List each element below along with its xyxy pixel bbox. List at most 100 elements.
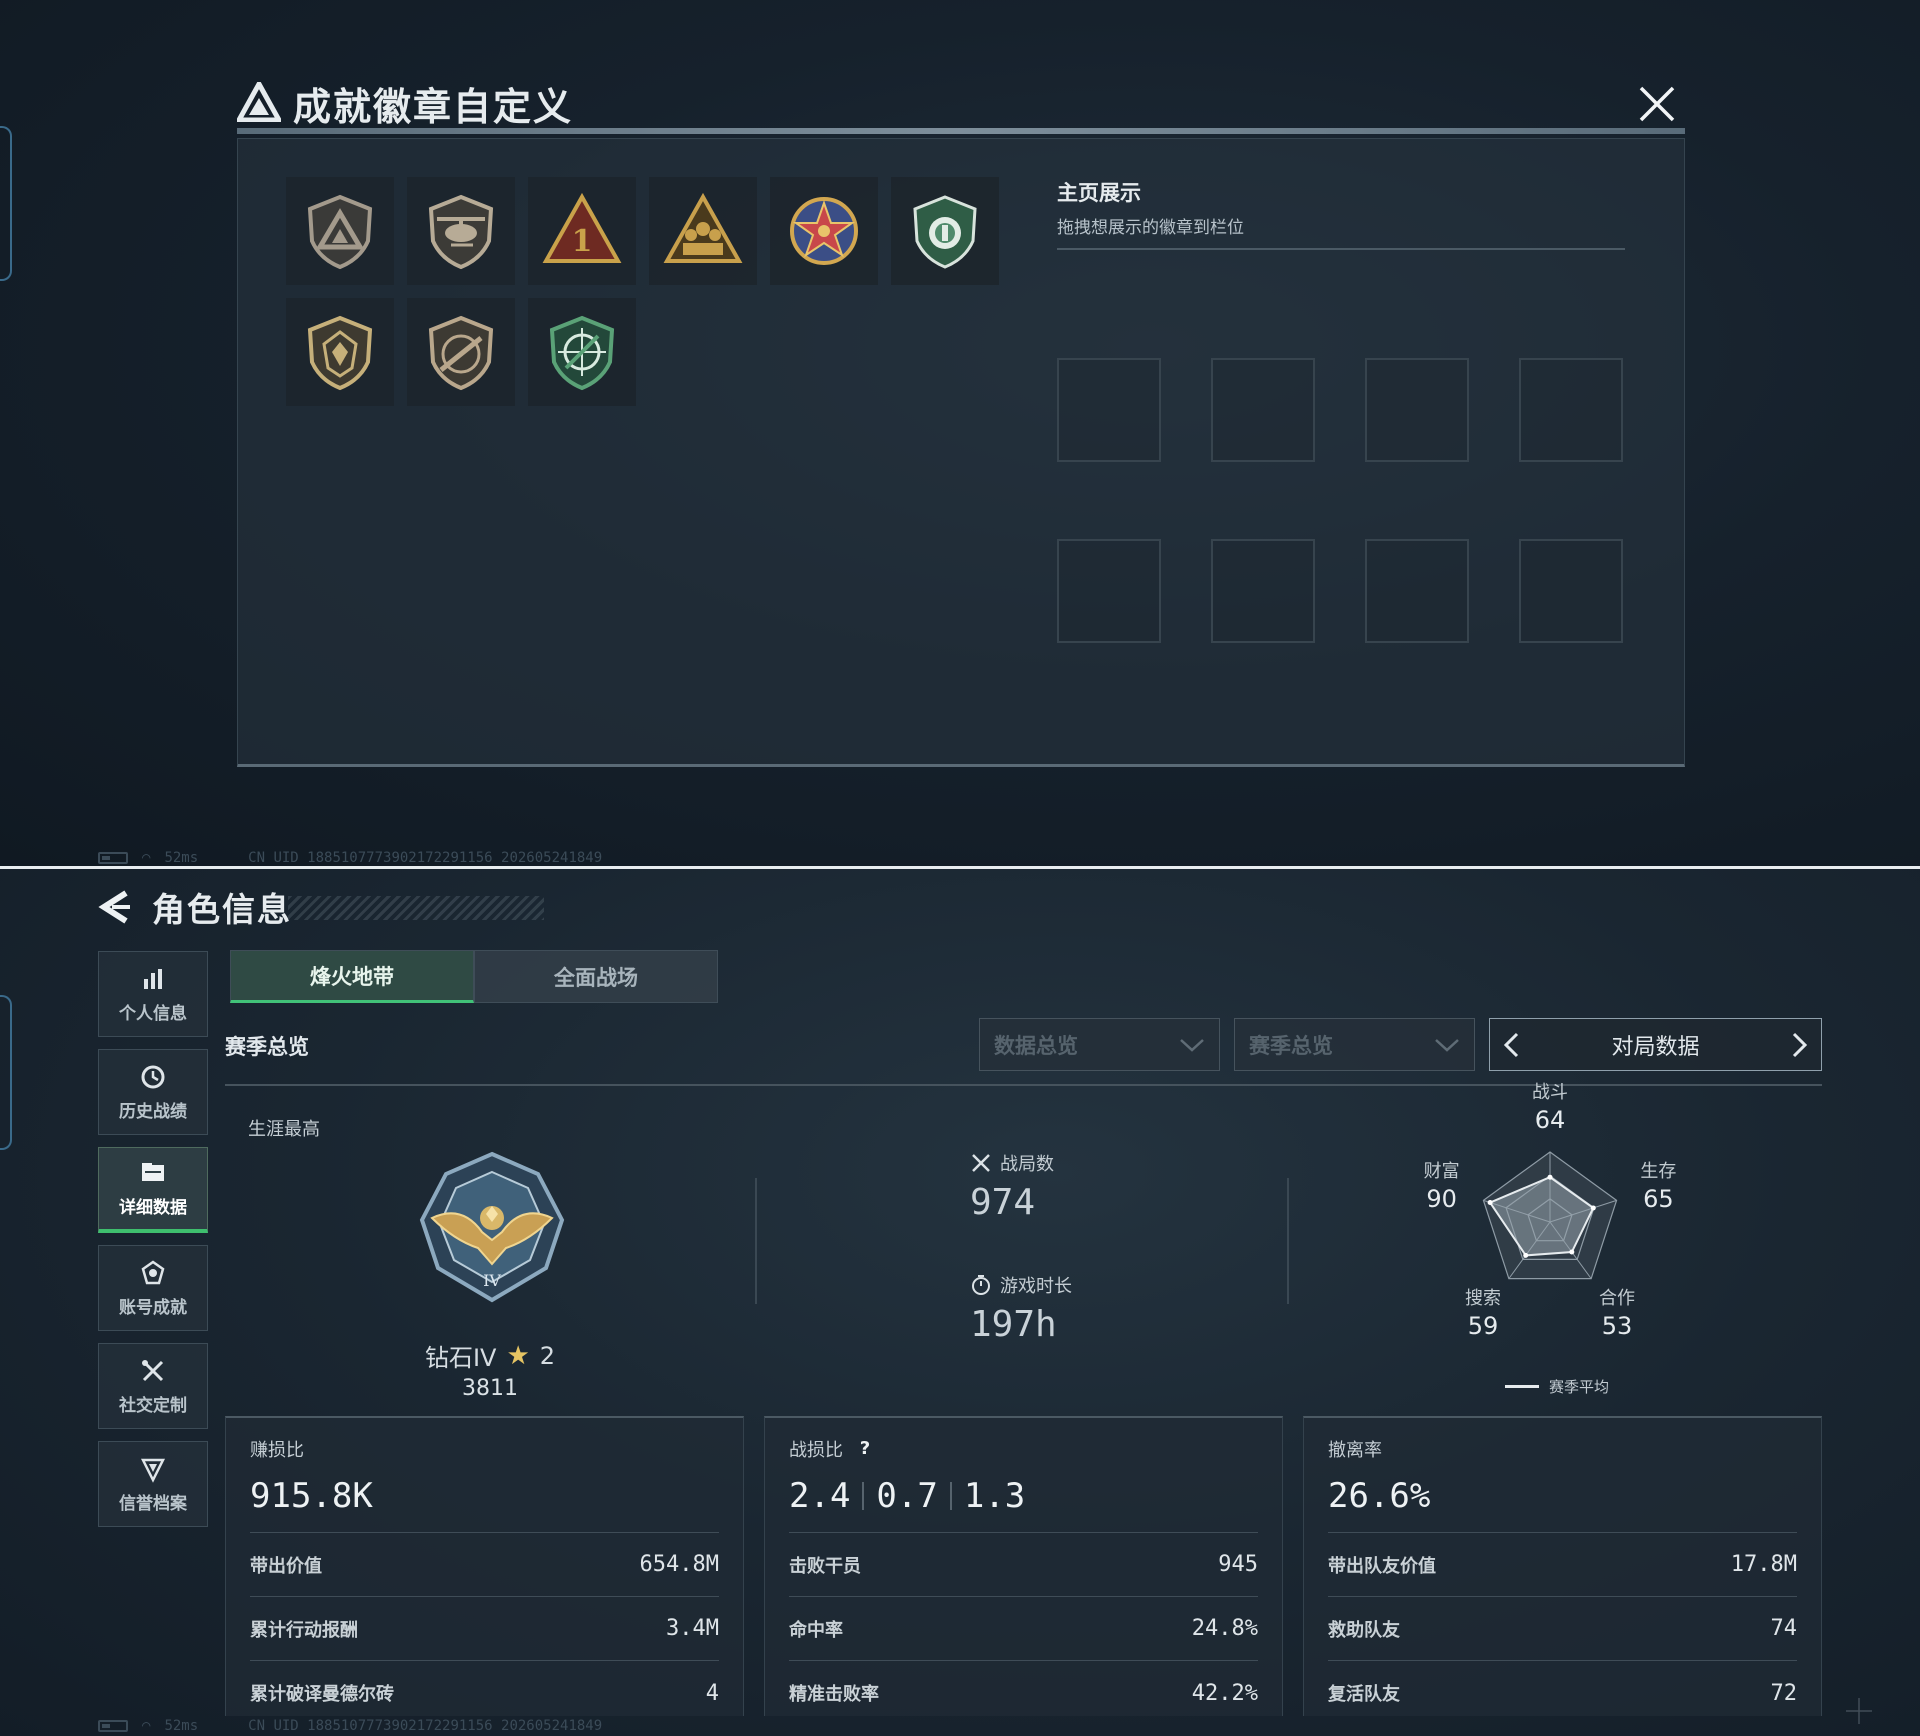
panel-row: 击败干员 945 — [789, 1533, 1258, 1597]
side-nav: 个人信息 历史战绩 详细数据 账号成就 社交定制 信誉档案 — [98, 951, 208, 1539]
row-value: 945 — [1218, 1552, 1258, 1577]
badge-item[interactable] — [528, 298, 636, 406]
pager-label: 对局数据 — [1611, 1034, 1700, 1060]
showcase-slot[interactable] — [1057, 358, 1161, 462]
bar-chart-icon — [144, 968, 162, 989]
panel-rows: 带出队友价值 17.8M 救助队友 74 复活队友 72 — [1328, 1532, 1797, 1725]
showcase-slot[interactable] — [1365, 539, 1469, 643]
chevron-right-icon[interactable] — [1791, 1031, 1809, 1059]
badge-item[interactable] — [770, 177, 878, 285]
wifi-icon: ◠ — [142, 850, 151, 866]
radar-label: 搜索 59 — [1443, 1284, 1523, 1340]
star-icon: ★ — [506, 1340, 530, 1371]
badge-item[interactable] — [407, 177, 515, 285]
showcase-slot[interactable] — [1519, 539, 1623, 643]
mode-tab[interactable]: 烽火地带 — [230, 950, 474, 1003]
value-separator — [949, 1482, 952, 1510]
back-arrow-icon[interactable] — [98, 889, 132, 925]
showcase-slot[interactable] — [1057, 539, 1161, 643]
nav-label: 个人信息 — [119, 1003, 187, 1024]
dropdown-label: 数据总览 — [994, 1033, 1078, 1058]
radar-axis-name: 合作 — [1599, 1288, 1635, 1310]
nav-item-tools[interactable]: 社交定制 — [98, 1343, 208, 1429]
showcase-slot[interactable] — [1519, 358, 1623, 462]
panel-row: 精准击败率 42.2% — [789, 1661, 1258, 1725]
radar-axis-name: 战斗 — [1532, 1082, 1568, 1103]
modal-header: 成就徽章自定义 — [237, 72, 1685, 134]
achievement-icon — [141, 1259, 165, 1284]
badge-item[interactable] — [286, 177, 394, 285]
status-bar: ◠ 52ms CN UID 1885107773902172291156 202… — [98, 1716, 602, 1736]
showcase-slot[interactable] — [1365, 358, 1469, 462]
nav-label: 历史战绩 — [119, 1101, 187, 1122]
panel-rows: 击败干员 945 命中率 24.8% 精准击败率 42.2% — [789, 1532, 1258, 1725]
radar-label: 财富 90 — [1402, 1157, 1482, 1213]
wifi-icon: ◠ — [142, 1718, 151, 1734]
stopwatch-icon — [972, 1275, 990, 1295]
nav-item-history-clock[interactable]: 历史战绩 — [98, 1049, 208, 1135]
folder-icon — [142, 1163, 164, 1181]
tools-icon — [142, 1359, 164, 1381]
showcase-slots — [1057, 358, 1623, 643]
data-overview-dropdown[interactable]: 数据总览 — [979, 1018, 1220, 1071]
helicopter-emblem-icon — [428, 194, 494, 270]
side-edge-tab[interactable] — [0, 126, 12, 281]
radar-axis-name: 财富 — [1423, 1160, 1460, 1182]
extraction-panel: 撤离率 26.6% 带出队友价值 17.8M 救助队友 74 复活队友 72 — [1303, 1416, 1822, 1716]
column-divider — [755, 1178, 757, 1304]
rank-stars: 2 — [539, 1341, 556, 1370]
badge-item[interactable] — [286, 298, 394, 406]
uid-text: CN UID 1885107773902172291156 2026052418… — [248, 1718, 603, 1734]
green-shield-icon — [913, 195, 977, 269]
matches-stat: 战局数 974 — [970, 1150, 1054, 1223]
column-divider — [1287, 1178, 1289, 1304]
diamond-rank-emblem-icon: IV — [419, 1151, 565, 1303]
badge-item[interactable] — [649, 177, 757, 285]
panel-title: 赚损比 — [250, 1440, 304, 1461]
help-icon[interactable]: ? — [855, 1439, 875, 1459]
nav-label: 账号成就 — [119, 1297, 187, 1318]
career-best-label: 生涯最高 — [248, 1119, 320, 1140]
radar-label: 合作 53 — [1577, 1284, 1657, 1340]
badge-item[interactable] — [891, 177, 999, 285]
rank-line: 钻石IV ★ 2 — [380, 1338, 600, 1373]
modal-title: 成就徽章自定义 — [293, 85, 574, 129]
uid-text: CN UID 1885107773902172291156 2026052418… — [248, 850, 603, 866]
panel-main-value: 915.8K — [250, 1476, 373, 1516]
chevron-left-icon[interactable] — [1502, 1031, 1520, 1059]
row-value: 72 — [1770, 1680, 1798, 1706]
radar-axis-value: 59 — [1467, 1312, 1499, 1341]
showcase-subtitle: 拖拽想展示的徽章到栏位 — [1057, 218, 1244, 238]
filter-bar: 数据总览 赛季总览 对局数据 — [979, 1018, 1822, 1071]
nav-item-achievement[interactable]: 账号成就 — [98, 1245, 208, 1331]
svg-text:IV: IV — [483, 1271, 501, 1290]
close-icon[interactable] — [1637, 84, 1677, 124]
ability-radar: 战斗 64 生存 65 合作 53 搜索 59 财富 90 — [1420, 1082, 1720, 1404]
radar-label: 生存 65 — [1618, 1157, 1698, 1213]
badge-item[interactable]: 1 — [528, 177, 636, 285]
history-clock-icon — [141, 1065, 165, 1088]
mode-tabs: 烽火地带 全面战场 — [230, 950, 718, 1003]
row-label: 复活队友 — [1328, 1684, 1400, 1705]
reputation-icon — [140, 1458, 166, 1483]
showcase-slot[interactable] — [1211, 358, 1315, 462]
radar-axis-value: 64 — [1534, 1106, 1566, 1134]
nav-item-bar-chart[interactable]: 个人信息 — [98, 951, 208, 1037]
panel-title-row: 战损比 ? — [789, 1436, 1258, 1462]
panel-row: 救助队友 74 — [1328, 1597, 1797, 1661]
badge-item[interactable] — [407, 298, 515, 406]
ping-value: 52ms — [164, 850, 199, 866]
delta-logo-icon — [237, 82, 281, 122]
matches-value: 974 — [970, 1182, 1036, 1223]
mode-tab[interactable]: 全面战场 — [474, 950, 718, 1003]
nav-item-folder[interactable]: 详细数据 — [98, 1147, 208, 1233]
showcase-slot[interactable] — [1211, 539, 1315, 643]
season-overview-dropdown[interactable]: 赛季总览 — [1234, 1018, 1475, 1071]
row-value: 4 — [705, 1680, 719, 1706]
side-edge-tab[interactable] — [0, 995, 12, 1150]
svg-text:1: 1 — [572, 224, 593, 259]
row-label: 击败干员 — [789, 1555, 861, 1577]
radar-legend: 赛季平均 — [1505, 1376, 1609, 1397]
nav-item-reputation[interactable]: 信誉档案 — [98, 1441, 208, 1527]
nav-label: 社交定制 — [119, 1395, 187, 1416]
